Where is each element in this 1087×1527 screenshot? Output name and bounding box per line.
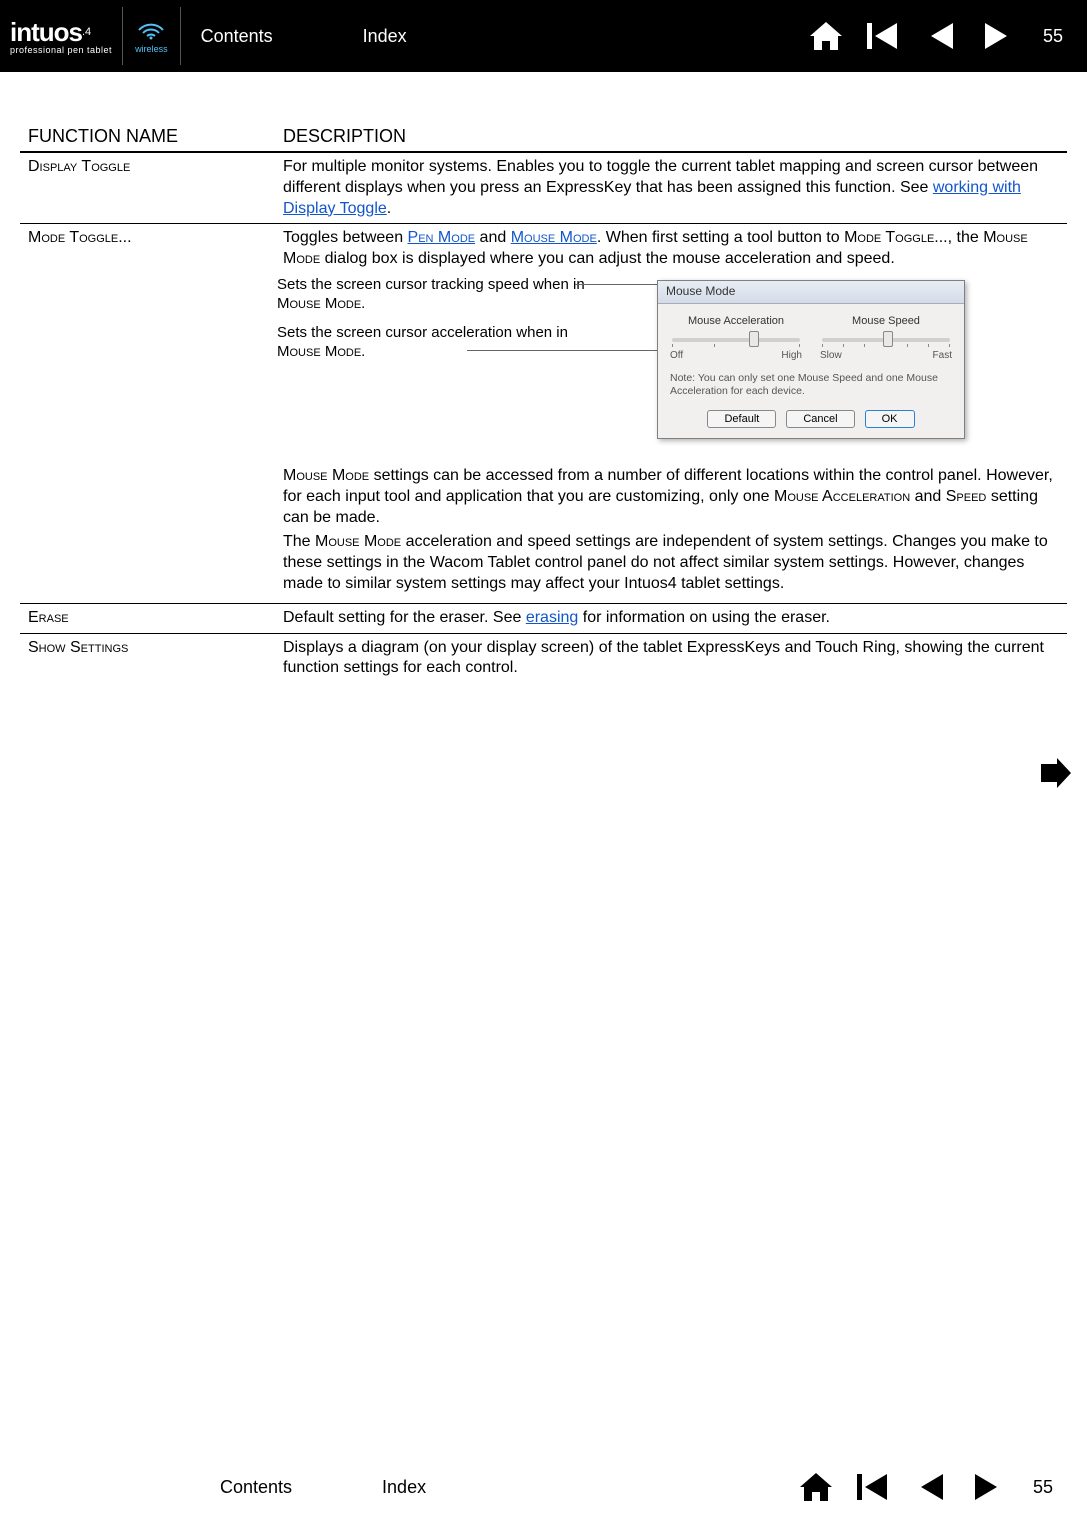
prev-page-icon[interactable] [925,19,959,53]
mouse-mode-dialog: Mouse Mode Mouse Acceleration OffHigh [657,280,965,439]
link-erasing[interactable]: erasing [526,609,578,626]
first-page-icon[interactable] [865,19,905,53]
table-row: Erase Default setting for the eraser. Se… [20,603,1067,633]
fn-name: Mode Toggle... [20,224,275,603]
fn-desc: For multiple monitor systems. Enables yo… [275,152,1067,224]
home-icon[interactable] [807,19,845,53]
first-page-icon[interactable] [855,1470,895,1504]
logo-main: intuos [10,17,82,47]
logo-suffix: .4 [82,26,91,38]
next-page-icon[interactable] [979,19,1013,53]
header-bar: intuos.4 professional pen tablet wireles… [0,0,1087,72]
table-row: Display Toggle For multiple monitor syst… [20,152,1067,224]
contents-link[interactable]: Contents [201,26,273,47]
speed-slider[interactable] [822,338,950,342]
dialog-note: Note: You can only set one Mouse Speed a… [658,368,964,406]
wifi-icon [135,18,167,42]
fn-name: Show Settings [20,633,275,683]
ok-button[interactable]: OK [865,410,915,428]
next-page-icon[interactable] [969,1470,1003,1504]
continue-icon[interactable] [1039,758,1073,792]
table-row: Mode Toggle... Toggles between Pen Mode … [20,224,1067,603]
wireless-label: wireless [135,44,168,54]
index-link-footer[interactable]: Index [382,1477,426,1498]
col-header-desc: DESCRIPTION [275,122,1067,152]
logo: intuos.4 professional pen tablet [10,7,123,65]
index-link[interactable]: Index [363,26,407,47]
default-button[interactable]: Default [707,410,776,428]
footer-bar: Contents Index 55 [0,1470,1087,1504]
col-header-name: FUNCTION NAME [20,122,275,152]
dialog-annotation: Sets the screen cursor tracking speed wh… [277,276,1059,456]
annot-accel: Sets the screen cursor acceleration when… [277,324,607,362]
prev-page-icon[interactable] [915,1470,949,1504]
fn-desc: Displays a diagram (on your display scre… [275,633,1067,683]
link-mouse-mode[interactable]: Mouse Mode [511,229,597,246]
cancel-button[interactable]: Cancel [786,410,854,428]
contents-link-footer[interactable]: Contents [220,1477,292,1498]
logo-sub: professional pen tablet [10,45,112,55]
speed-label: Mouse Speed [820,314,952,328]
fn-desc: Toggles between Pen Mode and Mouse Mode.… [275,224,1067,603]
accel-slider-group: Mouse Acceleration OffHigh [670,314,802,362]
annot-speed: Sets the screen cursor tracking speed wh… [277,276,607,314]
content-area: FUNCTION NAME DESCRIPTION Display Toggle… [0,72,1087,703]
fn-name: Display Toggle [20,152,275,224]
accel-label: Mouse Acceleration [670,314,802,328]
page-number: 55 [1043,26,1063,47]
link-pen-mode[interactable]: Pen Mode [408,229,476,246]
fn-desc: Default setting for the eraser. See eras… [275,603,1067,633]
speed-slider-group: Mouse Speed SlowFast [820,314,952,362]
dialog-title: Mouse Mode [658,281,964,304]
accel-slider[interactable] [672,338,800,342]
table-row: Show Settings Displays a diagram (on you… [20,633,1067,683]
home-icon[interactable] [797,1470,835,1504]
page-number-footer: 55 [1033,1477,1053,1498]
function-table: FUNCTION NAME DESCRIPTION Display Toggle… [20,122,1067,683]
wireless-block: wireless [123,7,181,65]
fn-name: Erase [20,603,275,633]
